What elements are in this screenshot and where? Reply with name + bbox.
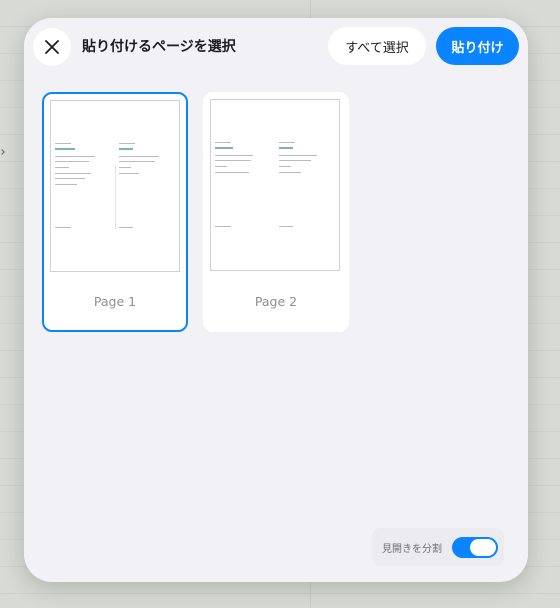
page-thumbnail — [210, 99, 340, 271]
close-icon — [45, 40, 59, 54]
page-thumbnail — [50, 100, 180, 272]
close-button[interactable] — [33, 28, 71, 66]
toggle-knob — [470, 539, 496, 556]
page-card-1[interactable]: Page 1 — [42, 92, 188, 332]
dialog-title: 貼り付けるページを選択 — [82, 39, 236, 55]
dialog-header: 貼り付けるページを選択 すべて選択 貼り付け — [24, 18, 528, 74]
split-spread-toggle[interactable] — [452, 537, 498, 558]
paste-button[interactable]: 貼り付け — [436, 27, 519, 65]
split-spread-label: 見開きを分割 — [382, 544, 442, 555]
split-spread-setting: 見開きを分割 — [372, 528, 504, 566]
page-label: Page 2 — [254, 294, 298, 309]
page-label: Page 1 — [93, 294, 137, 309]
paste-page-select-dialog: 貼り付けるページを選択 すべて選択 貼り付け Page 1 Page 2 見開き… — [24, 18, 528, 582]
page-card-2[interactable]: Page 2 — [203, 92, 349, 332]
select-all-button[interactable]: すべて選択 — [328, 27, 426, 65]
